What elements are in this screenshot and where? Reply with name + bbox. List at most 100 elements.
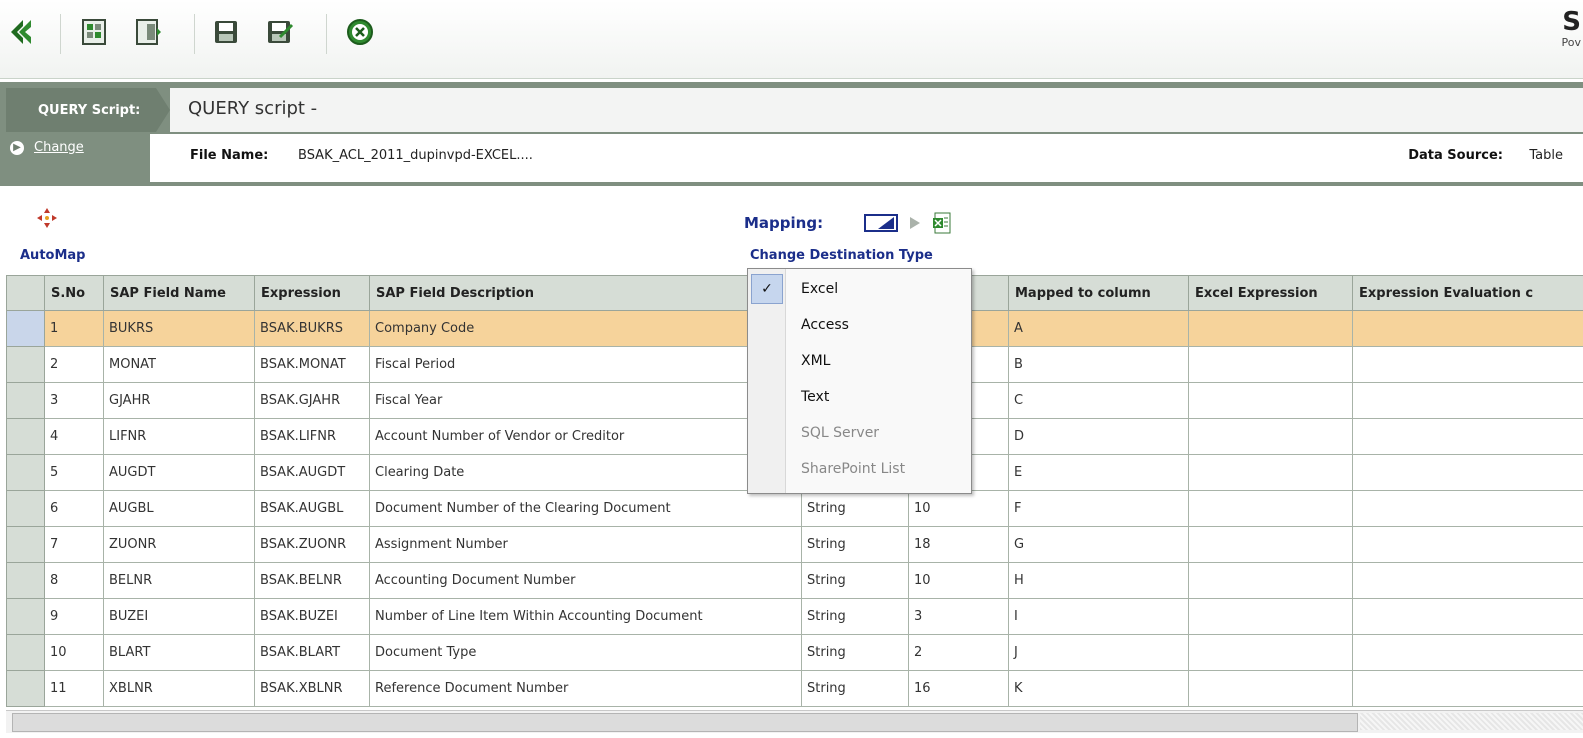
table-cell[interactable] (1352, 346, 1583, 383)
table-cell[interactable]: BUKRS (103, 310, 255, 347)
table-cell[interactable]: 7 (44, 526, 104, 563)
table-cell[interactable]: MONAT (103, 346, 255, 383)
table-cell[interactable]: 10 (44, 634, 104, 671)
table-cell[interactable]: BSAK.MONAT (254, 346, 370, 383)
automap-icon[interactable] (36, 207, 58, 229)
table-cell[interactable]: Fiscal Year (369, 382, 802, 419)
table-cell[interactable] (1188, 454, 1353, 491)
table-cell[interactable]: C (1008, 382, 1189, 419)
row-header[interactable] (6, 670, 45, 707)
table-cell[interactable]: Assignment Number (369, 526, 802, 563)
table-cell[interactable]: Number of Line Item Within Accounting Do… (369, 598, 802, 635)
table-cell[interactable]: 11 (44, 670, 104, 707)
table-cell[interactable]: 4 (44, 418, 104, 455)
table-cell[interactable]: String (801, 634, 909, 671)
scrollbar-track[interactable] (1360, 713, 1583, 730)
table-cell[interactable]: Fiscal Period (369, 346, 802, 383)
table-cell[interactable]: Accounting Document Number (369, 562, 802, 599)
row-header[interactable] (6, 526, 45, 563)
table-cell[interactable]: BSAK.GJAHR (254, 382, 370, 419)
table-cell[interactable]: XBLNR (103, 670, 255, 707)
table-cell[interactable]: 3 (908, 598, 1009, 635)
table-row[interactable]: 10 BLART BSAK.BLART Document Type String 2 J (6, 634, 1583, 671)
table-cell[interactable]: BUZEI (103, 598, 255, 635)
table-cell[interactable]: String (801, 598, 909, 635)
back-arrow-icon[interactable] (6, 14, 42, 50)
table-cell[interactable]: A (1008, 310, 1189, 347)
table-cell[interactable]: B (1008, 346, 1189, 383)
table-cell[interactable] (1188, 382, 1353, 419)
table-cell[interactable] (1352, 526, 1583, 563)
row-header[interactable] (6, 634, 45, 671)
table-cell[interactable] (1352, 310, 1583, 347)
table-cell[interactable]: 1 (44, 310, 104, 347)
grid-view-icon[interactable] (76, 14, 112, 50)
table-cell[interactable]: BSAK.BLART (254, 634, 370, 671)
table-cell[interactable] (1352, 418, 1583, 455)
table-cell[interactable] (1188, 490, 1353, 527)
table-cell[interactable]: Account Number of Vendor or Creditor (369, 418, 802, 455)
table-cell[interactable]: String (801, 562, 909, 599)
table-cell[interactable]: BSAK.LIFNR (254, 418, 370, 455)
row-header[interactable] (6, 490, 45, 527)
row-header[interactable] (6, 562, 45, 599)
panel-view-icon[interactable] (130, 14, 166, 50)
table-cell[interactable]: BSAK.XBLNR (254, 670, 370, 707)
table-row[interactable]: 9 BUZEI BSAK.BUZEI Number of Line Item With… (6, 598, 1583, 635)
table-cell[interactable]: 2 (908, 634, 1009, 671)
table-cell[interactable] (1352, 490, 1583, 527)
table-cell[interactable]: 6 (44, 490, 104, 527)
source-table-icon[interactable] (864, 213, 898, 237)
table-cell[interactable]: 18 (908, 526, 1009, 563)
row-header[interactable] (6, 382, 45, 419)
change-link-text[interactable]: Change (34, 140, 84, 155)
column-header[interactable]: S.No (44, 275, 104, 311)
table-cell[interactable]: J (1008, 634, 1189, 671)
table-cell[interactable]: 9 (44, 598, 104, 635)
table-cell[interactable]: 10 (908, 490, 1009, 527)
table-cell[interactable]: AUGBL (103, 490, 255, 527)
table-row[interactable]: 8 BELNR BSAK.BELNR Accounting Document Numb… (6, 562, 1583, 599)
excel-icon[interactable] (932, 212, 952, 238)
table-cell[interactable]: Reference Document Number (369, 670, 802, 707)
row-header[interactable] (6, 310, 45, 347)
close-icon[interactable] (342, 14, 378, 50)
column-header[interactable]: SAP Field Description (369, 275, 802, 311)
row-header[interactable] (6, 418, 45, 455)
table-cell[interactable]: 8 (44, 562, 104, 599)
automap-button[interactable]: AutoMap (20, 248, 85, 263)
table-cell[interactable]: Company Code (369, 310, 802, 347)
save-as-icon[interactable] (262, 14, 298, 50)
table-cell[interactable]: Clearing Date (369, 454, 802, 491)
column-header[interactable]: Expression Evaluation c (1352, 275, 1583, 311)
table-cell[interactable]: String (801, 526, 909, 563)
table-cell[interactable]: BSAK.BUZEI (254, 598, 370, 635)
table-cell[interactable]: 5 (44, 454, 104, 491)
table-cell[interactable] (1188, 346, 1353, 383)
table-cell[interactable] (1188, 526, 1353, 563)
table-cell[interactable]: BSAK.ZUONR (254, 526, 370, 563)
table-cell[interactable]: K (1008, 670, 1189, 707)
table-cell[interactable]: BLART (103, 634, 255, 671)
table-cell[interactable]: AUGDT (103, 454, 255, 491)
table-cell[interactable] (1188, 634, 1353, 671)
table-cell[interactable] (1352, 598, 1583, 635)
table-cell[interactable] (1188, 418, 1353, 455)
table-cell[interactable]: 16 (908, 670, 1009, 707)
change-link[interactable]: ▶ Change (10, 140, 84, 155)
table-cell[interactable] (1352, 562, 1583, 599)
table-cell[interactable]: 2 (44, 346, 104, 383)
table-cell[interactable] (1188, 562, 1353, 599)
table-cell[interactable] (1188, 310, 1353, 347)
column-header[interactable]: Expression (254, 275, 370, 311)
table-cell[interactable]: Document Number of the Clearing Document (369, 490, 802, 527)
table-cell[interactable]: BSAK.AUGBL (254, 490, 370, 527)
save-icon[interactable] (208, 14, 244, 50)
table-cell[interactable] (1188, 598, 1353, 635)
scrollbar-thumb[interactable] (12, 713, 1358, 732)
table-cell[interactable]: String (801, 670, 909, 707)
table-cell[interactable]: I (1008, 598, 1189, 635)
table-cell[interactable]: LIFNR (103, 418, 255, 455)
table-row[interactable]: 7 ZUONR BSAK.ZUONR Assignment Number String 1… (6, 526, 1583, 563)
table-cell[interactable]: String (801, 490, 909, 527)
